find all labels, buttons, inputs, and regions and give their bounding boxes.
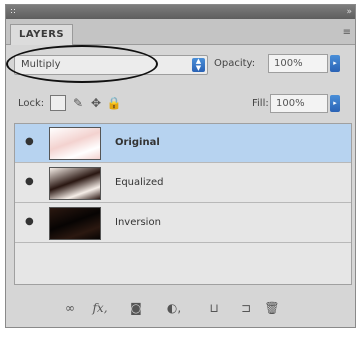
tab-layers[interactable]: LAYERS (10, 24, 74, 45)
opacity-value: 100% (274, 58, 303, 69)
layer-thumbnail (49, 207, 101, 240)
layers-list: ● Original ● Equalized ● Inversion (14, 123, 352, 285)
layers-panel: » LAYERS ≡ Multiply ▲ ▼ Opacity: 100% ▸ L… (5, 4, 356, 328)
new-layer-icon[interactable]: ⊐ (238, 299, 254, 317)
lock-brush-icon[interactable]: ✎ (70, 95, 86, 111)
layer-name: Equalized (115, 177, 164, 188)
panel-footer: ∞ fx, ◙ ◐, ⊔ ⊐ 🗑 (6, 297, 355, 321)
layer-thumbnail (49, 167, 101, 200)
layer-row[interactable]: ● Inversion (15, 204, 351, 243)
layer-row[interactable]: ● Equalized (15, 164, 351, 203)
lock-label: Lock: (18, 98, 45, 109)
layer-name: Inversion (115, 217, 161, 228)
layer-name: Original (115, 137, 160, 148)
new-group-icon[interactable]: ⊔ (206, 299, 222, 317)
collapse-icon[interactable]: » (346, 7, 352, 17)
fill-slider-button[interactable]: ▸ (330, 95, 340, 112)
lock-move-icon[interactable]: ✥ (88, 95, 104, 111)
fx-label: fx (92, 301, 104, 315)
layer-style-fx-icon[interactable]: fx, (92, 299, 108, 317)
add-mask-icon[interactable]: ◙ (128, 299, 144, 317)
opacity-field[interactable]: 100% (268, 54, 328, 73)
panel-tabbar: LAYERS ≡ (6, 19, 355, 45)
panel-menu-icon[interactable]: ≡ (343, 27, 351, 38)
lock-all-icon[interactable]: 🔒 (106, 95, 122, 111)
eye-icon[interactable]: ● (25, 217, 35, 227)
select-arrows-icon[interactable]: ▲ ▼ (192, 58, 205, 72)
blend-mode-value: Multiply (21, 59, 61, 70)
layer-row[interactable]: ● Original (15, 124, 351, 163)
opacity-label: Opacity: (214, 58, 256, 69)
fill-label: Fill: (252, 98, 269, 109)
link-layers-icon[interactable]: ∞ (62, 299, 78, 317)
blend-mode-select[interactable]: Multiply ▲ ▼ (14, 55, 208, 75)
lock-row: Lock: ✎ ✥ 🔒 Fill: 100% ▸ (6, 89, 355, 117)
delete-layer-icon[interactable]: 🗑 (264, 299, 280, 317)
fill-field[interactable]: 100% (270, 94, 328, 113)
fill-value: 100% (276, 98, 305, 109)
eye-icon[interactable]: ● (25, 177, 35, 187)
lock-transparent-icon[interactable] (50, 95, 66, 111)
panel-titlebar[interactable]: » (6, 5, 355, 19)
blend-row: Multiply ▲ ▼ Opacity: 100% ▸ (6, 45, 355, 83)
grip-icon[interactable] (10, 8, 16, 14)
layer-thumbnail (49, 127, 101, 160)
adjustment-layer-icon[interactable]: ◐, (166, 299, 182, 317)
eye-icon[interactable]: ● (25, 137, 35, 147)
opacity-slider-button[interactable]: ▸ (330, 55, 340, 72)
